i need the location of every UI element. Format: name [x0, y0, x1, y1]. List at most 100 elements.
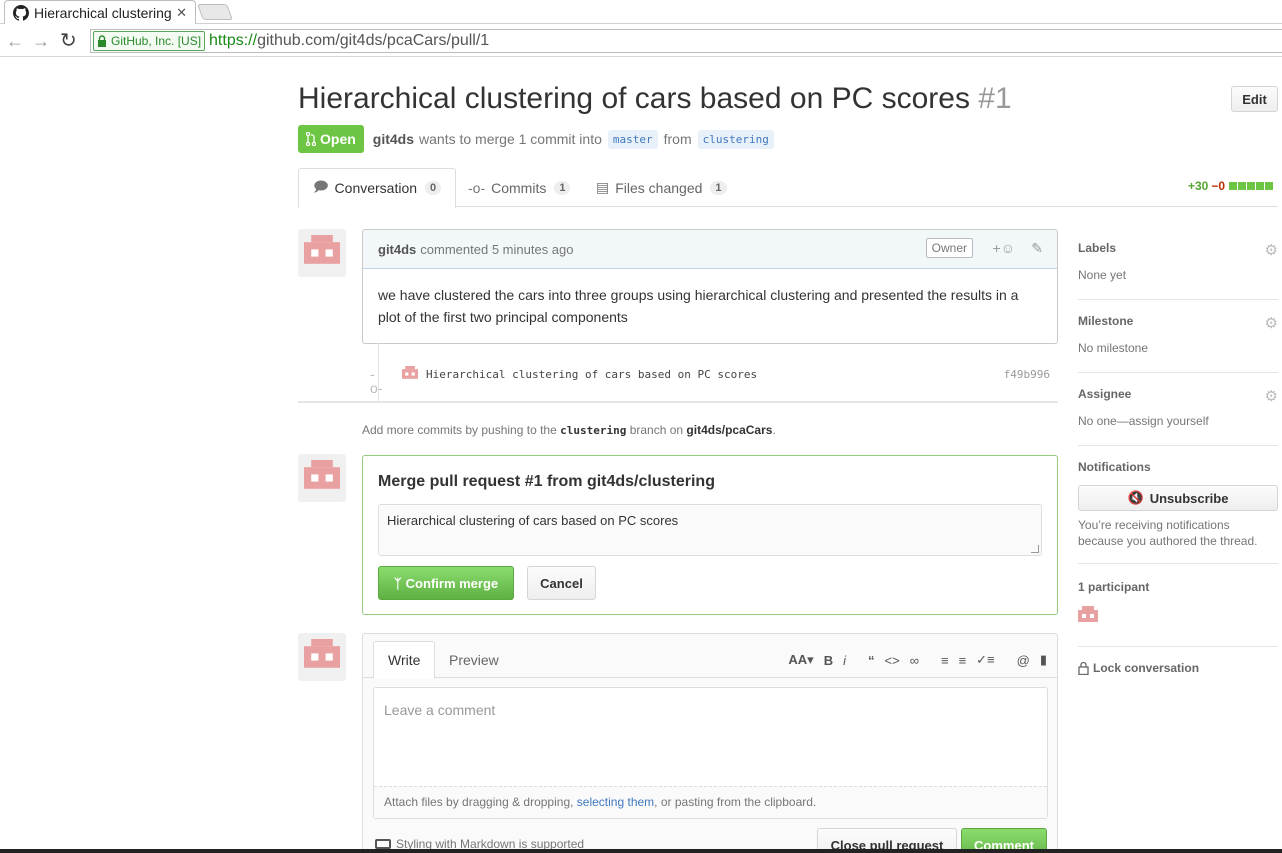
sidebar-milestone: Milestone ⚙ No milestone	[1078, 314, 1278, 373]
resize-handle[interactable]	[1031, 545, 1039, 553]
milestone-value: No milestone	[1078, 341, 1149, 355]
assignee-heading: Assignee	[1078, 387, 1132, 401]
tab-counter: 1	[554, 180, 571, 195]
milestone-heading: Milestone	[1078, 314, 1134, 328]
lock-conversation-label: Lock conversation	[1093, 661, 1200, 675]
merge-title: Merge pull request #1 from git4ds/cluste…	[378, 473, 715, 490]
gear-icon[interactable]: ⚙	[1265, 387, 1278, 405]
state-badge: Open	[298, 125, 364, 153]
diffstat-block	[1238, 182, 1246, 190]
pr-author[interactable]: git4ds	[373, 131, 414, 147]
comment-header: git4ds commented 5 minutes ago Owner +☺ …	[363, 230, 1057, 269]
ordered-list-icon[interactable]: ≡	[959, 653, 967, 668]
back-arrow-icon[interactable]: ←	[6, 31, 24, 52]
avatar[interactable]	[298, 633, 346, 681]
diffstat[interactable]: +30 −0	[1188, 179, 1274, 193]
merge-message-input[interactable]: Hierarchical clustering of cars based on…	[378, 504, 1042, 556]
pr-comment: git4ds commented 5 minutes ago Owner +☺ …	[362, 229, 1058, 344]
code-icon[interactable]: <>	[885, 653, 900, 668]
avatar[interactable]	[298, 454, 346, 502]
identicon	[304, 460, 340, 489]
unsubscribe-button[interactable]: 🔇 Unsubscribe	[1078, 485, 1278, 511]
tab-label: Conversation	[334, 180, 418, 196]
bold-icon[interactable]: B	[824, 653, 833, 668]
pr-meta-text: wants to merge 1 commit into	[419, 131, 602, 147]
pull-request-icon	[306, 132, 316, 146]
participant-avatar[interactable]	[1078, 606, 1098, 626]
diffstat-deletions: −0	[1211, 179, 1225, 193]
unordered-list-icon[interactable]: ≡	[941, 653, 949, 668]
tab-files-changed[interactable]: ▤ Files changed 1	[582, 168, 741, 207]
close-tab-icon[interactable]: ✕	[176, 5, 187, 21]
tab-write[interactable]: Write	[373, 641, 436, 679]
browser-tab[interactable]: Hierarchical clustering of cars based on…	[4, 0, 196, 24]
timeline-divider	[298, 401, 1058, 403]
edit-button[interactable]: Edit	[1231, 86, 1278, 112]
pr-title: Hierarchical clustering of cars based on…	[298, 82, 1012, 116]
tab-commits[interactable]: -o- Commits 1	[454, 168, 584, 207]
ev-certificate-badge[interactable]: GitHub, Inc. [US]	[93, 31, 206, 51]
ev-label: GitHub, Inc. [US]	[111, 34, 202, 48]
gear-icon[interactable]: ⚙	[1265, 241, 1278, 259]
comment-discussion-icon: 🗩	[313, 178, 329, 194]
select-files-link[interactable]: selecting them	[577, 795, 654, 809]
cancel-button[interactable]: Cancel	[527, 566, 596, 600]
avatar[interactable]	[298, 229, 346, 277]
git-commit-icon: -o-	[370, 366, 383, 396]
attach-prefix: Attach files by dragging & dropping,	[384, 795, 574, 809]
write-tabs: Write Preview AA▾ B i “ <> ∞ ≡ ≡ ✓≡ @ ▮	[363, 634, 1057, 679]
push-hint-repo[interactable]: git4ds/pcaCars	[686, 423, 772, 437]
git-commit-icon: -o-	[468, 179, 486, 196]
labels-heading: Labels	[1078, 241, 1117, 255]
commit-avatar[interactable]	[402, 366, 418, 382]
task-list-icon[interactable]: ✓≡	[976, 652, 994, 668]
tab-preview[interactable]: Preview	[435, 641, 513, 678]
text-size-icon[interactable]: AA▾	[788, 652, 813, 668]
assignee-value[interactable]: No one—assign yourself	[1078, 414, 1278, 428]
comment-body: we have clustered the cars into three gr…	[378, 287, 1019, 325]
labels-value: None yet	[1078, 268, 1127, 282]
push-hint: Add more commits by pushing to the clust…	[362, 423, 776, 437]
url-text[interactable]: https://github.com/git4ds/pcaCars/pull/1	[209, 32, 489, 50]
url-scheme: https://	[209, 32, 258, 49]
new-comment-form: Write Preview AA▾ B i “ <> ∞ ≡ ≡ ✓≡ @ ▮ …	[362, 633, 1058, 853]
browser-tabbar: Hierarchical clustering of cars based on…	[0, 0, 1282, 24]
window-bottom-edge	[0, 849, 1282, 853]
tab-label: Files changed	[615, 179, 703, 196]
add-reaction-icon[interactable]: +☺	[993, 240, 1015, 256]
commit-message[interactable]: Hierarchical clustering of cars based on…	[426, 368, 757, 381]
tab-conversation[interactable]: 🗩 Conversation 0	[298, 168, 457, 208]
lock-conversation-link[interactable]: Lock conversation	[1078, 661, 1199, 675]
comment-placeholder: Leave a comment	[384, 702, 496, 718]
reload-icon[interactable]: ↻	[60, 28, 77, 53]
push-hint-prefix: Add more commits by pushing to the	[362, 423, 557, 437]
attach-files-hint[interactable]: Attach files by dragging & dropping, sel…	[374, 786, 1047, 818]
commit-sha[interactable]: f49b996	[1004, 368, 1050, 381]
link-icon[interactable]: ∞	[910, 653, 919, 668]
address-bar[interactable]: GitHub, Inc. [US] https://github.com/git…	[90, 29, 1282, 53]
quote-icon[interactable]: “	[868, 653, 875, 668]
lock-icon	[1078, 661, 1089, 675]
mute-icon: 🔇	[1127, 490, 1144, 505]
comment-textarea[interactable]: Leave a comment Attach files by dragging…	[373, 687, 1048, 819]
merge-message-text: Hierarchical clustering of cars based on…	[387, 513, 679, 528]
pencil-icon[interactable]: ✎	[1031, 240, 1043, 257]
comment-timestamp[interactable]: commented 5 minutes ago	[420, 242, 573, 257]
forward-arrow-icon[interactable]: →	[32, 31, 50, 52]
comment-author[interactable]: git4ds	[378, 242, 416, 257]
github-icon	[13, 4, 29, 21]
italic-icon[interactable]: i	[843, 653, 846, 668]
markdown-toolbar: AA▾ B i “ <> ∞ ≡ ≡ ✓≡ @ ▮	[778, 652, 1047, 668]
mention-icon[interactable]: @	[1017, 653, 1030, 668]
gear-icon[interactable]: ⚙	[1265, 314, 1278, 332]
tab-label: Commits	[491, 179, 547, 196]
head-branch[interactable]: clustering	[697, 129, 774, 149]
sidebar-labels: Labels ⚙ None yet	[1078, 241, 1278, 300]
base-branch[interactable]: master	[607, 129, 658, 149]
diffstat-block	[1265, 182, 1273, 190]
new-tab-button[interactable]	[197, 4, 233, 20]
confirm-merge-button[interactable]: ᛉ Confirm merge	[378, 566, 514, 600]
identicon	[304, 235, 340, 264]
participants-heading: 1 participant	[1078, 580, 1150, 594]
bookmark-icon[interactable]: ▮	[1040, 652, 1047, 668]
